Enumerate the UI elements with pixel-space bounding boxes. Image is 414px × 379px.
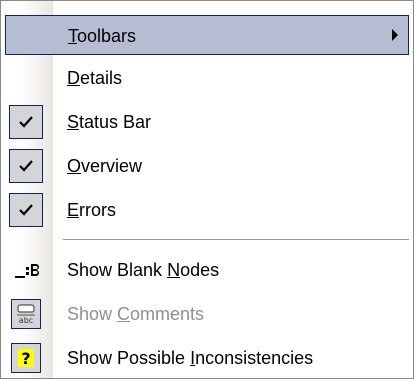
- menu-item-errors[interactable]: Errors: [5, 190, 409, 230]
- menu-item-show-possible-inconsistencies[interactable]: ? Show Possible Inconsistencies: [5, 338, 409, 378]
- checkmark-icon: [9, 193, 43, 227]
- svg-text:?: ?: [21, 349, 30, 368]
- menu-item-show-blank-nodes[interactable]: Show Blank Nodes: [5, 250, 409, 290]
- blank-nodes-icon: [11, 255, 41, 285]
- menu-item-label: Show Comments: [67, 304, 205, 324]
- menu-item-label: Details: [67, 68, 123, 88]
- svg-text:abc: abc: [19, 316, 33, 325]
- checkmark-icon: [9, 105, 43, 139]
- checkmark-icon: [9, 149, 43, 183]
- question-icon: ?: [11, 343, 41, 373]
- menu-item-overview[interactable]: Overview: [5, 146, 409, 186]
- comments-icon: abc: [11, 299, 41, 329]
- menu-item-label: Status Bar: [67, 112, 152, 132]
- menu-item-label: Show Possible Inconsistencies: [67, 348, 314, 368]
- menu-item-show-comments[interactable]: abc Show Comments: [5, 294, 409, 334]
- menu-item-label: Errors: [67, 200, 117, 220]
- menu-separator: [63, 239, 409, 240]
- menu-item-toolbars[interactable]: Toolbars: [5, 15, 409, 55]
- menu-item-label: Overview: [67, 156, 143, 176]
- submenu-arrow-icon: [392, 29, 398, 41]
- menu-item-details[interactable]: Details: [5, 58, 409, 98]
- menu-item-label: Show Blank Nodes: [67, 260, 220, 280]
- view-menu: Toolbars Details Status Bar Overview Err…: [0, 0, 414, 379]
- menu-item-label: Toolbars: [68, 26, 137, 46]
- menu-item-status-bar[interactable]: Status Bar: [5, 102, 409, 142]
